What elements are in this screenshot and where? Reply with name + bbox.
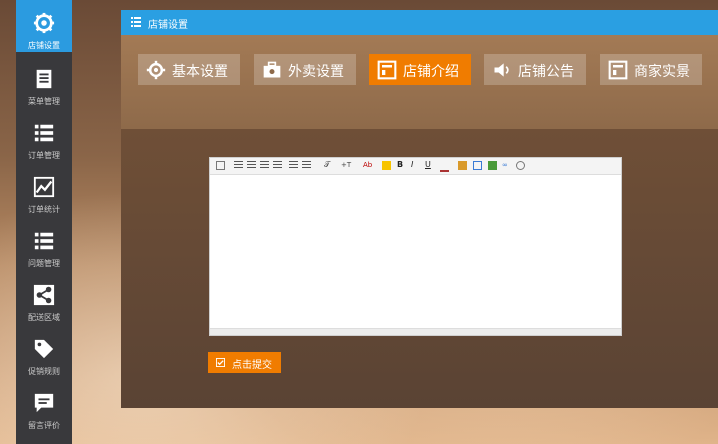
editor-toolbar: 𝒯 +T Ab B I U ∞ xyxy=(210,158,621,175)
font-color-icon[interactable]: Ab xyxy=(363,161,372,170)
share-icon xyxy=(33,284,55,306)
bold-icon[interactable]: B xyxy=(397,160,403,169)
align-justify-icon[interactable] xyxy=(273,161,282,170)
sidebar-item-label: 订单管理 xyxy=(28,151,60,160)
sidebar-item-orders[interactable]: 订单管理 xyxy=(16,110,72,162)
gear-icon xyxy=(146,60,166,80)
ordered-list-icon[interactable] xyxy=(289,161,298,170)
submit-label: 点击提交 xyxy=(232,360,272,371)
sidebar-item-delivery-area[interactable]: 配送区域 xyxy=(16,272,72,324)
checkbox-icon xyxy=(216,358,225,367)
font-family-icon[interactable]: 𝒯 xyxy=(324,160,330,169)
editor-content-area[interactable] xyxy=(210,175,621,329)
tab-store-photos[interactable]: 商家实景 xyxy=(600,54,702,85)
comment-icon xyxy=(34,393,54,413)
sidebar-item-menu[interactable]: 菜单管理 xyxy=(16,56,72,108)
sidebar-item-label: 订单统计 xyxy=(28,205,60,214)
sidebar-item-label: 促销规则 xyxy=(28,367,60,376)
chart-icon xyxy=(33,176,55,198)
gear-icon xyxy=(33,12,55,34)
align-center-icon[interactable] xyxy=(247,161,256,170)
clear-format-icon[interactable] xyxy=(440,161,449,172)
sidebar-item-order-stats[interactable]: 订单统计 xyxy=(16,164,72,216)
tag-icon xyxy=(34,339,54,359)
tab-basic-settings[interactable]: 基本设置 xyxy=(138,54,240,85)
sidebar-item-label: 留言评价 xyxy=(28,421,60,430)
window-icon xyxy=(377,60,397,80)
underline-icon[interactable]: U xyxy=(425,160,431,169)
tab-label: 外卖设置 xyxy=(288,64,344,80)
link-icon[interactable]: ∞ xyxy=(502,161,508,170)
align-left-icon[interactable] xyxy=(234,161,243,170)
tab-shop-notice[interactable]: 店铺公告 xyxy=(484,54,586,85)
sidebar-item-label: 配送区域 xyxy=(28,313,60,322)
editor-resize-bar[interactable] xyxy=(210,328,621,335)
sidebar-item-shop-settings[interactable]: 店铺设置 xyxy=(16,0,72,52)
unordered-list-icon[interactable] xyxy=(302,161,311,170)
sidebar-item-promotions[interactable]: 促销规则 xyxy=(16,326,72,378)
toolbox-icon xyxy=(263,61,281,78)
tab-label: 店铺公告 xyxy=(518,64,574,80)
panel-titlebar: 店铺设置 xyxy=(121,10,718,35)
align-right-icon[interactable] xyxy=(260,161,269,170)
image-icon[interactable] xyxy=(458,161,467,170)
speaker-icon xyxy=(494,63,509,77)
document-icon xyxy=(36,69,52,89)
italic-icon[interactable]: I xyxy=(411,160,413,169)
flash-icon[interactable] xyxy=(488,161,497,170)
table-icon[interactable] xyxy=(473,161,482,170)
sidebar-item-label: 问题管理 xyxy=(28,259,60,268)
sidebar-item-label: 店铺设置 xyxy=(28,41,60,50)
rich-text-editor: 𝒯 +T Ab B I U ∞ xyxy=(209,157,622,336)
tab-takeout-settings[interactable]: 外卖设置 xyxy=(254,54,356,85)
sidebar-item-issues[interactable]: 问题管理 xyxy=(16,218,72,270)
submit-button[interactable]: 点击提交 xyxy=(208,352,281,373)
list-icon xyxy=(34,124,54,142)
tab-label: 店铺介绍 xyxy=(403,64,459,80)
emoticon-icon[interactable] xyxy=(516,161,525,170)
window-icon xyxy=(608,60,628,80)
page-title: 店铺设置 xyxy=(148,20,188,31)
list-icon xyxy=(34,232,54,250)
list-icon xyxy=(131,17,141,27)
source-icon[interactable] xyxy=(216,161,225,170)
sidebar-item-label: 菜单管理 xyxy=(28,97,60,106)
sidebar: 店铺设置 菜单管理 订单管理 订单统计 问题管理 配送区域 促销规则 留言评价 xyxy=(16,0,72,444)
tab-shop-intro[interactable]: 店铺介绍 xyxy=(369,54,471,85)
tab-label: 基本设置 xyxy=(172,64,228,80)
tab-label: 商家实景 xyxy=(634,64,690,80)
highlight-icon[interactable] xyxy=(382,161,391,170)
font-size-icon[interactable]: +T xyxy=(341,161,351,170)
sidebar-item-reviews[interactable]: 留言评价 xyxy=(16,380,72,432)
